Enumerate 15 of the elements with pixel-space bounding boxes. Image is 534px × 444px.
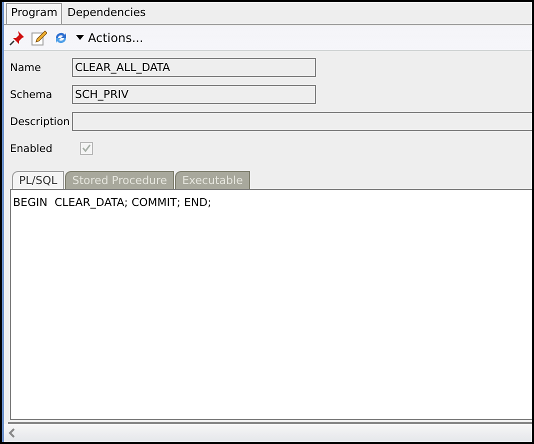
field-label: Description: [10, 116, 71, 128]
tab[interactable]: PL/SQL: [12, 171, 64, 189]
actions-menu[interactable]: Actions...: [76, 31, 144, 45]
input-field[interactable]: SCH_PRIV: [72, 85, 316, 104]
field-label: Enabled: [10, 142, 54, 154]
field-label: Name: [10, 62, 42, 74]
tab[interactable]: Program: [6, 3, 62, 24]
input-field[interactable]: CLEAR_ALL_DATA: [72, 58, 316, 77]
input-field[interactable]: [72, 112, 532, 131]
code-editor[interactable]: BEGIN CLEAR_DATA; COMMIT; END;: [10, 189, 532, 420]
pushpin-icon[interactable]: [8, 29, 26, 47]
pencil-icon[interactable]: [30, 29, 48, 47]
field-label: Schema: [10, 88, 54, 100]
caret-icon: [76, 35, 84, 41]
scroll-left-icon[interactable]: [8, 428, 16, 438]
